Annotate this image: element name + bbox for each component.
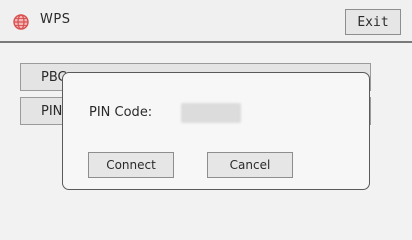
pin-code-value bbox=[181, 103, 241, 123]
globe-icon bbox=[13, 14, 29, 30]
pin-label: PIN bbox=[41, 103, 63, 119]
connect-button[interactable]: Connect bbox=[88, 152, 174, 178]
pin-code-label: PIN Code: bbox=[89, 105, 153, 120]
title-bar: WPS Exit bbox=[0, 0, 412, 43]
wps-screen: WPS Exit PBC PIN PIN Code: Connect Cance… bbox=[0, 0, 412, 240]
cancel-button[interactable]: Cancel bbox=[207, 152, 293, 178]
pin-code-dialog: PIN Code: Connect Cancel bbox=[62, 72, 370, 190]
exit-button[interactable]: Exit bbox=[345, 9, 401, 35]
page-title: WPS bbox=[40, 12, 71, 27]
